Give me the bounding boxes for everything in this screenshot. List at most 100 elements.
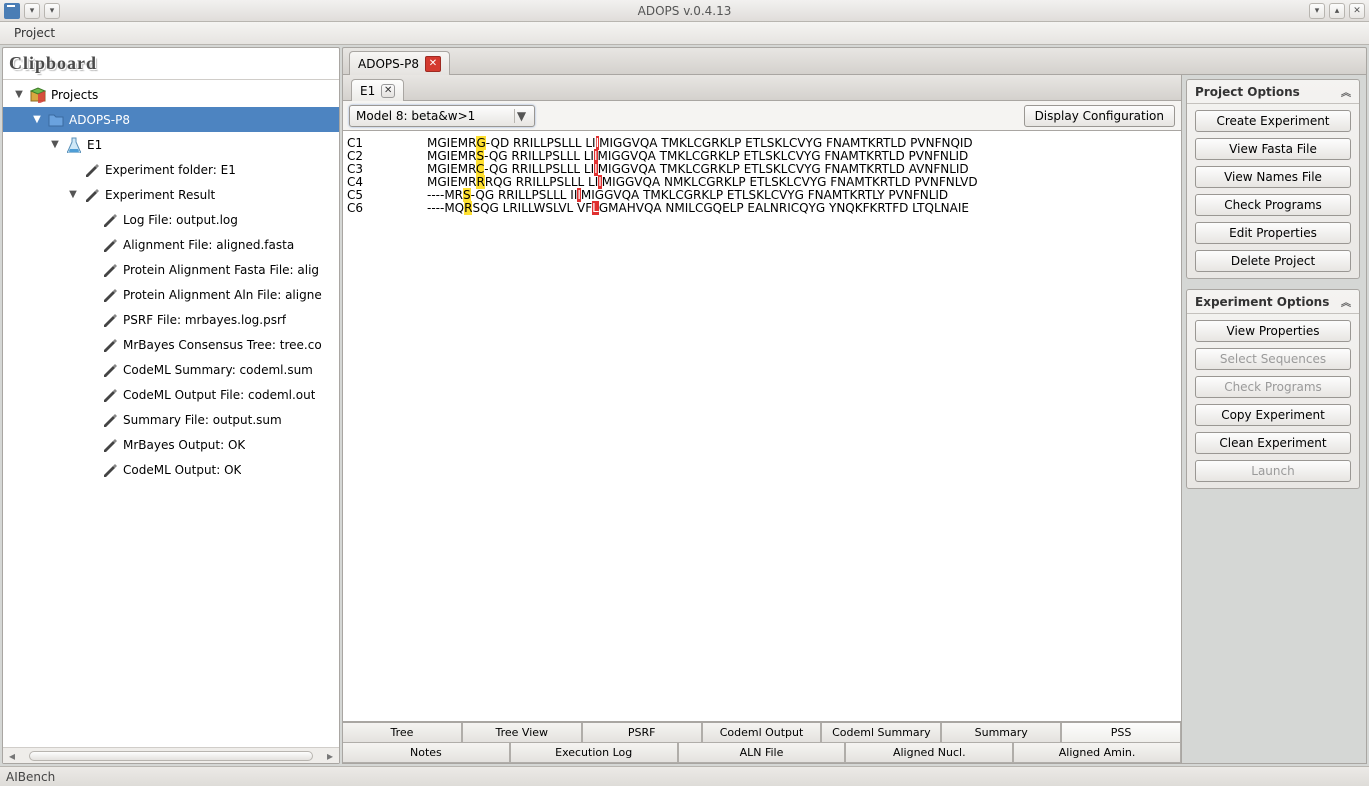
alignment-row: C6----MQRSQG LRILLWSLVL VFLGMAHVQA NMILC… <box>347 202 1177 215</box>
titlebar-menu-down-1[interactable]: ▾ <box>24 3 40 19</box>
chevron-down-icon[interactable]: ▼ <box>67 189 79 200</box>
experiment-option-button: Select Sequences <box>1195 348 1351 370</box>
display-config-label: Display Configuration <box>1035 109 1164 123</box>
file-icon <box>101 361 119 379</box>
experiment-option-button: Launch <box>1195 460 1351 482</box>
tree-experiment-label: E1 <box>87 138 102 152</box>
bottom-tab[interactable]: Codeml Summary <box>821 723 941 743</box>
tree-result-item[interactable]: Protein Alignment Fasta File: alig <box>3 257 339 282</box>
file-icon <box>101 411 119 429</box>
project-option-button[interactable]: Edit Properties <box>1195 222 1351 244</box>
panel-header[interactable]: Project Options ︽ <box>1187 80 1359 104</box>
bottom-tab[interactable]: Tree View <box>462 723 582 743</box>
bottom-tab[interactable]: Aligned Nucl. <box>845 743 1013 763</box>
model-select[interactable]: Model 8: beta&w>1 ▼ <box>349 105 535 127</box>
tree-label: CodeML Output File: codeml.out <box>123 388 315 402</box>
inner-tabbar: E1 ✕ <box>343 75 1181 101</box>
file-icon <box>101 386 119 404</box>
folder-icon <box>47 111 65 129</box>
tree-result-item[interactable]: Summary File: output.sum <box>3 407 339 432</box>
file-icon <box>101 311 119 329</box>
chevron-down-icon[interactable]: ▼ <box>31 114 43 125</box>
max-icon[interactable]: ▴ <box>1329 3 1345 19</box>
file-icon <box>101 236 119 254</box>
sidebar-scrollbar[interactable]: ◂ ▸ <box>3 747 339 763</box>
statusbar: AIBench <box>0 766 1369 786</box>
project-option-button[interactable]: Check Programs <box>1195 194 1351 216</box>
tree-exp-folder[interactable]: Experiment folder: E1 <box>3 157 339 182</box>
experiment-options-panel: Experiment Options ︽ View Properties Sele… <box>1186 289 1360 489</box>
tree-label: Protein Alignment Fasta File: alig <box>123 263 319 277</box>
file-icon <box>101 436 119 454</box>
app-icon <box>4 3 20 19</box>
chevron-up-icon: ︽ <box>1341 294 1351 309</box>
tree-label: Experiment folder: E1 <box>105 163 236 177</box>
experiment-option-button[interactable]: Copy Experiment <box>1195 404 1351 426</box>
experiment-option-button[interactable]: Clean Experiment <box>1195 432 1351 454</box>
tree-result-item[interactable]: CodeML Output: OK <box>3 457 339 482</box>
outer-tab-label: ADOPS-P8 <box>358 57 419 71</box>
bottom-tab[interactable]: Aligned Amin. <box>1013 743 1181 763</box>
chevron-up-icon: ︽ <box>1341 84 1351 99</box>
tree-result-item[interactable]: PSRF File: mrbayes.log.psrf <box>3 307 339 332</box>
package-icon <box>29 86 47 104</box>
chevron-down-icon[interactable]: ▼ <box>13 89 25 100</box>
titlebar-menu-down-2[interactable]: ▾ <box>44 3 60 19</box>
min-icon[interactable]: ▾ <box>1309 3 1325 19</box>
file-icon <box>101 261 119 279</box>
tree-result-item[interactable]: MrBayes Output: OK <box>3 432 339 457</box>
bottom-tab[interactable]: Summary <box>941 723 1061 743</box>
tree-root[interactable]: ▼ Projects <box>3 82 339 107</box>
tree-label: Summary File: output.sum <box>123 413 282 427</box>
project-option-button[interactable]: Create Experiment <box>1195 110 1351 132</box>
file-icon <box>101 286 119 304</box>
scroll-right-icon[interactable]: ▸ <box>325 749 335 763</box>
window-title: ADOPS v.0.4.13 <box>60 4 1309 18</box>
tree-label: MrBayes Output: OK <box>123 438 245 452</box>
project-options-panel: Project Options ︽ Create Experiment View … <box>1186 79 1360 279</box>
project-option-button[interactable]: Delete Project <box>1195 250 1351 272</box>
bottom-tab[interactable]: Codeml Output <box>702 723 822 743</box>
panel-title: Project Options <box>1195 85 1300 99</box>
sequence-label: C6 <box>347 202 427 215</box>
file-icon <box>101 461 119 479</box>
scroll-left-icon[interactable]: ◂ <box>7 749 17 763</box>
bottom-tab[interactable]: Execution Log <box>510 743 678 763</box>
tree-result-item[interactable]: Protein Alignment Aln File: aligne <box>3 282 339 307</box>
tree-result-item[interactable]: CodeML Output File: codeml.out <box>3 382 339 407</box>
chevron-down-icon: ▼ <box>514 109 528 123</box>
display-config-button[interactable]: Display Configuration <box>1024 105 1175 127</box>
tree-project-label: ADOPS-P8 <box>69 113 130 127</box>
chevron-down-icon[interactable]: ▼ <box>49 139 61 150</box>
bottom-tab[interactable]: Notes <box>343 743 510 763</box>
project-option-button[interactable]: View Names File <box>1195 166 1351 188</box>
menu-project[interactable]: Project <box>8 24 61 42</box>
tree-result-item[interactable]: Log File: output.log <box>3 207 339 232</box>
outer-tab[interactable]: ADOPS-P8 ✕ <box>349 51 450 75</box>
tree-exp-result[interactable]: ▼ Experiment Result <box>3 182 339 207</box>
tree-result-item[interactable]: MrBayes Consensus Tree: tree.co <box>3 332 339 357</box>
model-select-value: Model 8: beta&w>1 <box>356 109 475 123</box>
toolbar: Model 8: beta&w>1 ▼ Display Configuratio… <box>343 101 1181 131</box>
bottom-tabs: TreeTree ViewPSRFCodeml OutputCodeml Sum… <box>343 722 1181 763</box>
experiment-option-button[interactable]: View Properties <box>1195 320 1351 342</box>
tab-close-icon[interactable]: ✕ <box>425 56 441 72</box>
flask-icon <box>65 136 83 154</box>
inner-tab[interactable]: E1 ✕ <box>351 79 404 101</box>
bottom-tab[interactable]: PSRF <box>582 723 702 743</box>
tab-close-icon[interactable]: ✕ <box>381 84 395 98</box>
bottom-tab[interactable]: ALN File <box>678 743 846 763</box>
scroll-thumb[interactable] <box>29 751 313 761</box>
close-icon[interactable]: ✕ <box>1349 3 1365 19</box>
tree-project[interactable]: ▼ ADOPS-P8 <box>3 107 339 132</box>
tree-result-item[interactable]: CodeML Summary: codeml.sum <box>3 357 339 382</box>
panel-header[interactable]: Experiment Options ︽ <box>1187 290 1359 314</box>
tree-result-item[interactable]: Alignment File: aligned.fasta <box>3 232 339 257</box>
bottom-tab[interactable]: PSS <box>1061 723 1181 743</box>
project-option-button[interactable]: View Fasta File <box>1195 138 1351 160</box>
menubar: Project <box>0 22 1369 45</box>
tree-experiment[interactable]: ▼ E1 <box>3 132 339 157</box>
bottom-tab[interactable]: Tree <box>343 723 462 743</box>
file-icon <box>83 161 101 179</box>
status-text: AIBench <box>6 770 55 784</box>
